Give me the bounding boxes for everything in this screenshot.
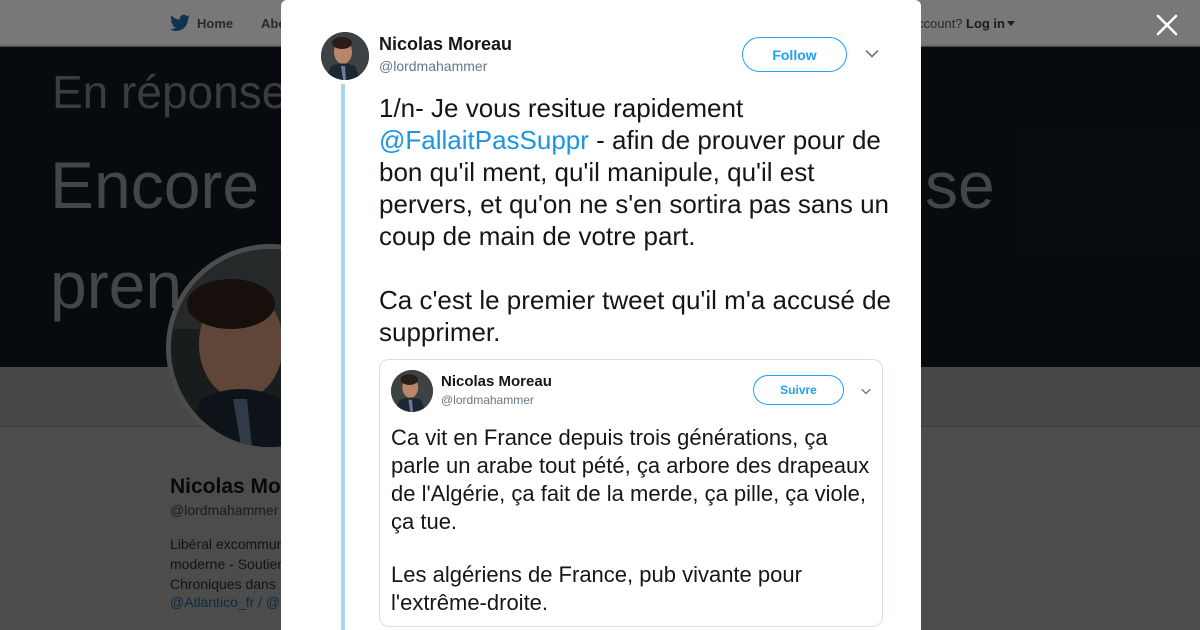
embedded-author-handle: @lordmahammer [441, 393, 534, 407]
tweet-modal: Nicolas Moreau @lordmahammer Follow 1/n-… [281, 0, 921, 630]
tweet-text-part: 1/n- Je vous resitue rapidement [379, 93, 744, 123]
thread-connector-line [341, 84, 345, 630]
attached-image[interactable]: Nicolas Moreau @lordmahammer Suivre Ca v… [379, 359, 883, 627]
follow-button[interactable]: Follow [742, 37, 847, 72]
tweet-text: 1/n- Je vous resitue rapidement @Fallait… [379, 92, 891, 348]
embedded-follow-button: Suivre [753, 375, 844, 405]
avatar [391, 370, 433, 412]
mention-link[interactable]: @FallaitPasSuppr [379, 125, 589, 155]
chevron-down-icon[interactable] [865, 49, 879, 59]
close-icon[interactable] [1155, 13, 1179, 37]
embedded-tweet-text: Les algériens de France, pub vivante pou… [391, 562, 802, 615]
embedded-author-name: Nicolas Moreau [441, 373, 552, 390]
embedded-tweet-text: Ca vit en France depuis trois génération… [391, 425, 870, 534]
avatar-photo [391, 370, 433, 412]
tweet-paragraph: Ca c'est le premier tweet qu'il m'a accu… [379, 285, 892, 347]
author-name[interactable]: Nicolas Moreau [379, 34, 512, 55]
avatar-photo [321, 32, 369, 80]
chevron-down-icon [861, 388, 871, 395]
avatar[interactable] [321, 32, 369, 80]
author-handle[interactable]: @lordmahammer [379, 58, 487, 74]
